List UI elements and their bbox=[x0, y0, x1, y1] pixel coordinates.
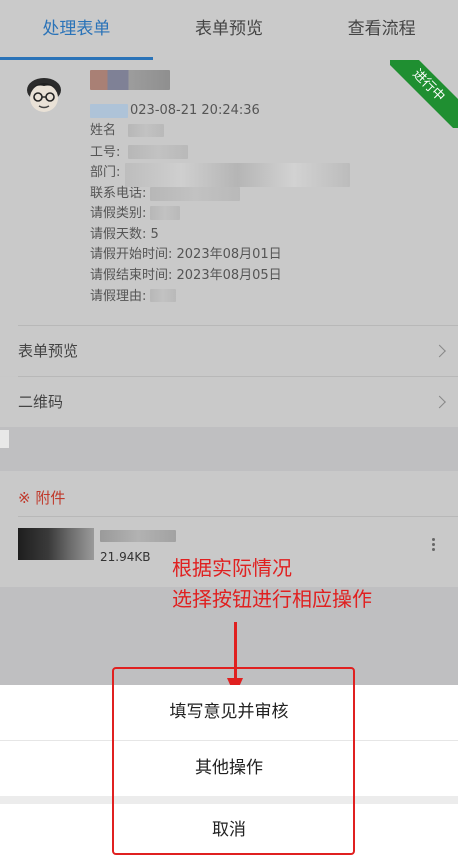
annotation-arrow bbox=[234, 622, 237, 682]
redacted-id bbox=[90, 104, 128, 118]
qr-code-row[interactable]: 二维码 bbox=[0, 377, 458, 427]
redacted-phone-value bbox=[150, 187, 240, 201]
annotation-line-1: 根据实际情况 bbox=[172, 556, 292, 580]
approve-with-comment-button[interactable]: 填写意见并审核 bbox=[0, 685, 458, 740]
annotation-line-2: 选择按钮进行相应操作 bbox=[172, 587, 372, 611]
section-gap bbox=[0, 427, 458, 471]
tab-view-flow[interactable]: 查看流程 bbox=[305, 0, 458, 60]
redacted-file-name bbox=[100, 530, 176, 542]
form-preview-row[interactable]: 表单预览 bbox=[0, 326, 458, 376]
field-leave-days: 请假天数: 5 bbox=[90, 227, 159, 242]
tab-form-preview[interactable]: 表单预览 bbox=[153, 0, 306, 60]
field-end-time: 请假结束时间: 2023年08月05日 bbox=[90, 268, 282, 283]
decorative-block bbox=[0, 430, 9, 448]
sheet-gap bbox=[0, 796, 458, 804]
submitted-time: 023-08-21 20:24:36 bbox=[130, 103, 260, 118]
redacted-name bbox=[90, 70, 170, 90]
form-preview-label: 表单预览 bbox=[18, 342, 79, 360]
redacted-department-value bbox=[125, 163, 350, 187]
field-leave-type: 请假类别: bbox=[90, 206, 147, 221]
avatar bbox=[27, 78, 61, 112]
tab-process-form[interactable]: 处理表单 bbox=[0, 0, 153, 60]
status-ribbon: 进行中 bbox=[390, 60, 458, 128]
tab-bar: 处理表单 表单预览 查看流程 bbox=[0, 0, 458, 60]
status-ribbon-label: 进行中 bbox=[390, 60, 458, 128]
redacted-reason-value bbox=[150, 289, 176, 302]
field-start-time: 请假开始时间: 2023年08月01日 bbox=[90, 247, 282, 262]
chevron-right-icon bbox=[433, 344, 446, 358]
redacted-leave-type-value bbox=[150, 206, 180, 220]
more-options-icon[interactable] bbox=[428, 538, 438, 554]
field-reason: 请假理由: bbox=[90, 289, 147, 304]
cancel-button[interactable]: 取消 bbox=[0, 804, 458, 857]
field-department: 部门: bbox=[90, 165, 121, 180]
qr-code-label: 二维码 bbox=[18, 393, 64, 411]
divider bbox=[18, 516, 458, 517]
field-phone: 联系电话: bbox=[90, 186, 147, 201]
attachments-title: ※ 附件 bbox=[18, 489, 66, 507]
redacted-employee-id-value bbox=[128, 145, 188, 159]
redacted-name-value bbox=[128, 124, 164, 137]
chevron-right-icon bbox=[433, 395, 446, 409]
attachment-file-size: 21.94KB bbox=[100, 550, 151, 564]
field-name: 姓名 bbox=[90, 123, 117, 138]
field-employee-id: 工号: bbox=[90, 145, 121, 160]
other-actions-button[interactable]: 其他操作 bbox=[0, 741, 458, 796]
attachment-thumbnail[interactable] bbox=[18, 528, 94, 560]
